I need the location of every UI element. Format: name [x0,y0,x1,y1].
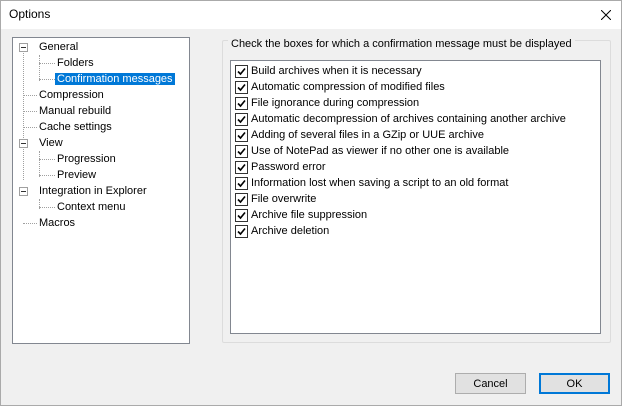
checkbox-label: Build archives when it is necessary [251,65,422,77]
checkbox[interactable] [235,144,248,158]
checkbox-label: Adding of several files in a GZip or UUE… [251,129,484,141]
checkmark-icon [237,211,246,219]
tree-item-label: Macros [39,217,76,229]
tree-item-label: Progression [57,153,116,165]
confirm-item[interactable]: Use of NotePad as viewer if no other one… [235,143,509,159]
checkmark-icon [237,131,246,139]
tree-item-progression[interactable]: Progression [55,151,118,167]
tree-item-integration-in-explorer[interactable]: Integration in Explorer [37,183,149,199]
checkbox[interactable] [235,208,248,222]
checkbox-label: File ignorance during compression [251,97,420,109]
window-title: Options [9,7,51,21]
confirm-item[interactable]: Information lost when saving a script to… [235,175,508,191]
tree-item-confirmation-messages[interactable]: Confirmation messages [55,71,175,87]
tree-item-label: General [39,41,79,53]
checkmark-icon [237,147,246,155]
tree-item-label: Manual rebuild [39,105,112,117]
tree-item-label: Folders [57,57,94,69]
checkmark-icon [237,115,246,123]
checkbox-label: Archive deletion [251,225,330,237]
checkmark-icon [237,67,246,75]
confirm-item[interactable]: File overwrite [235,191,316,207]
confirm-item[interactable]: Archive deletion [235,223,329,239]
tree-item-label: Preview [57,169,97,181]
confirm-item[interactable]: File ignorance during compression [235,95,419,111]
tree-item-label: View [39,137,63,149]
checkbox-label: Archive file suppression [251,209,368,221]
tree-item-manual-rebuild[interactable]: Manual rebuild [37,103,113,119]
checkmark-icon [237,83,246,91]
tree-item-label: Context menu [57,201,126,213]
confirm-item[interactable]: Archive file suppression [235,207,367,223]
checkbox-label: Information lost when saving a script to… [251,177,509,189]
checkmark-icon [237,163,246,171]
options-tree[interactable]: General Folders Confirmation messages Co… [12,37,190,344]
tree-item-context-menu[interactable]: Context menu [55,199,127,215]
checkbox-label: Automatic decompression of archives cont… [251,113,566,125]
checkmark-icon [237,227,246,235]
title-bar: Options [1,1,621,29]
checkbox[interactable] [235,160,248,174]
confirm-item[interactable]: Automatic compression of modified files [235,79,445,95]
tree-item-macros[interactable]: Macros [37,215,77,231]
checkbox[interactable] [235,112,248,126]
checkbox[interactable] [235,224,248,238]
checkbox-label: File overwrite [251,193,317,205]
cancel-button[interactable]: Cancel [455,373,526,394]
confirmation-list[interactable]: Build archives when it is necessary Auto… [230,60,601,334]
tree-item-label: Cache settings [39,121,112,133]
tree-item-folders[interactable]: Folders [55,55,96,71]
checkbox-label: Use of NotePad as viewer if no other one… [251,145,510,157]
tree-item-label: Integration in Explorer [39,185,147,197]
tree-collapse-icon[interactable] [19,187,28,196]
close-icon [601,10,611,20]
checkbox[interactable] [235,64,248,78]
tree-collapse-icon[interactable] [19,139,28,148]
checkbox-label: Automatic compression of modified files [251,81,445,93]
confirm-item[interactable]: Adding of several files in a GZip or UUE… [235,127,484,143]
tree-item-cache-settings[interactable]: Cache settings [37,119,114,135]
checkmark-icon [237,195,246,203]
tree-item-compression[interactable]: Compression [37,87,106,103]
confirm-item[interactable]: Password error [235,159,326,175]
checkmark-icon [237,179,246,187]
tree-item-label: Compression [39,89,104,101]
tree-item-label: Confirmation messages [55,73,175,85]
close-button[interactable] [591,1,621,29]
tree-item-preview[interactable]: Preview [55,167,98,183]
ok-button[interactable]: OK [539,373,610,394]
tree-collapse-icon[interactable] [19,43,28,52]
checkbox[interactable] [235,80,248,94]
tree-item-general[interactable]: General [37,39,80,55]
checkbox[interactable] [235,96,248,110]
checkbox[interactable] [235,128,248,142]
checkbox-label: Password error [251,161,326,173]
checkbox[interactable] [235,192,248,206]
group-title: Check the boxes for which a confirmation… [228,37,575,51]
checkbox[interactable] [235,176,248,190]
checkmark-icon [237,99,246,107]
tree-item-view[interactable]: View [37,135,65,151]
confirm-item[interactable]: Automatic decompression of archives cont… [235,111,566,127]
confirm-item[interactable]: Build archives when it is necessary [235,63,422,79]
